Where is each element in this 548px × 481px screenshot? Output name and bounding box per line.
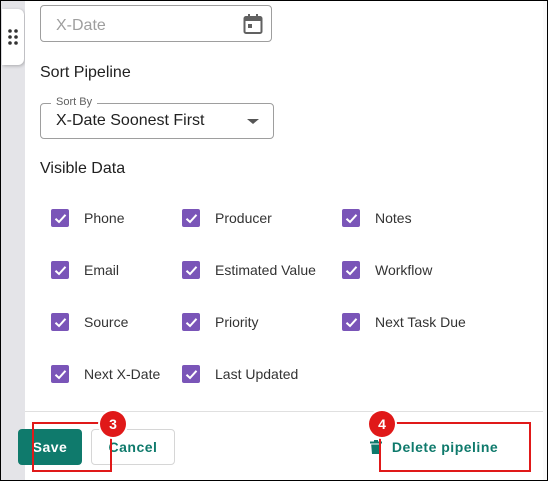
checkbox-label: Last Updated — [215, 366, 299, 382]
sort-by-label: Sort By — [51, 96, 98, 108]
checkbox-next-task-due[interactable]: Next Task Due — [342, 311, 466, 333]
checkbox-email[interactable]: Email — [51, 259, 119, 281]
drag-handle[interactable] — [2, 9, 24, 65]
checkbox-last-updated[interactable]: Last Updated — [182, 363, 298, 385]
checkbox-checked-icon — [182, 365, 200, 383]
checkbox-label: Notes — [375, 210, 412, 226]
checkbox-checked-icon — [51, 261, 69, 279]
checkbox-label: Source — [84, 314, 129, 330]
checkbox-source[interactable]: Source — [51, 311, 128, 333]
x-date-placeholder: X-Date — [56, 17, 106, 34]
dropdown-caret-icon — [247, 119, 259, 124]
checkbox-next-x-date[interactable]: Next X-Date — [51, 363, 160, 385]
checkbox-estimated-value[interactable]: Estimated Value — [182, 259, 316, 281]
checkbox-notes[interactable]: Notes — [342, 207, 412, 229]
checkbox-checked-icon — [182, 209, 200, 227]
sort-by-value: X-Date Soonest First — [56, 112, 205, 129]
step-badge-3: 3 — [100, 411, 126, 437]
calendar-icon[interactable] — [243, 13, 263, 35]
sort-by-select[interactable]: Sort By X-Date Soonest First — [40, 96, 274, 139]
highlight-save-box — [32, 422, 112, 472]
highlight-delete-box — [379, 422, 531, 472]
checkbox-checked-icon — [342, 313, 360, 331]
visible-data-heading: Visible Data — [40, 160, 126, 177]
checkbox-label: Phone — [84, 210, 125, 226]
step-badge-4: 4 — [369, 411, 395, 437]
settings-panel: X-Date Sort Pipeline Sort By X-Date Soon… — [25, 1, 543, 480]
drag-dots-icon — [8, 29, 18, 45]
checkbox-workflow[interactable]: Workflow — [342, 259, 432, 281]
checkbox-checked-icon — [182, 261, 200, 279]
checkbox-checked-icon — [342, 261, 360, 279]
checkbox-label: Next Task Due — [375, 314, 466, 330]
x-date-field[interactable]: X-Date — [40, 5, 272, 42]
checkbox-priority[interactable]: Priority — [182, 311, 259, 333]
checkbox-phone[interactable]: Phone — [51, 207, 124, 229]
checkbox-checked-icon — [51, 365, 69, 383]
checkbox-label: Next X-Date — [84, 366, 161, 382]
pipeline-settings-window: X-Date Sort Pipeline Sort By X-Date Soon… — [0, 0, 548, 481]
checkbox-label: Workflow — [375, 262, 433, 278]
checkbox-label: Producer — [215, 210, 272, 226]
checkbox-checked-icon — [182, 313, 200, 331]
checkbox-label: Estimated Value — [215, 262, 316, 278]
checkbox-label: Priority — [215, 314, 259, 330]
left-background-strip — [1, 1, 26, 480]
checkbox-checked-icon — [342, 209, 360, 227]
sort-pipeline-heading: Sort Pipeline — [40, 64, 131, 81]
checkbox-checked-icon — [51, 209, 69, 227]
checkbox-checked-icon — [51, 313, 69, 331]
checkbox-label: Email — [84, 262, 120, 278]
checkbox-producer[interactable]: Producer — [182, 207, 272, 229]
